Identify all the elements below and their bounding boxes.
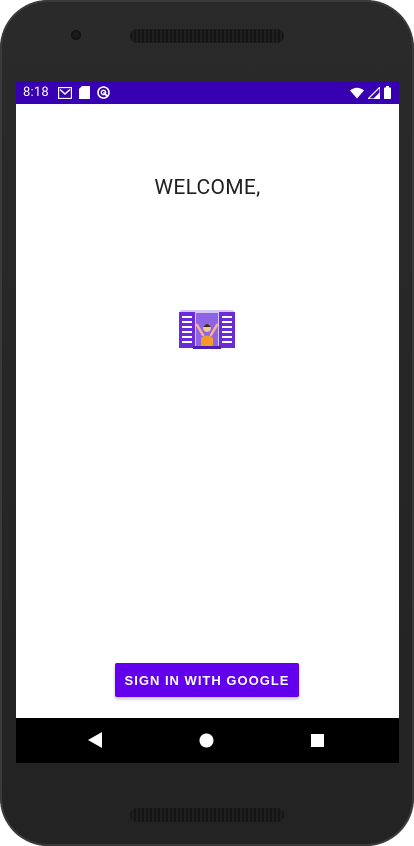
status-left-icons: [58, 86, 110, 99]
phone-frame: 8:18 WELCOME, SIGN IN WITH GOOGLE: [0, 0, 414, 846]
status-time: 8:18: [23, 85, 49, 100]
home-icon[interactable]: [199, 733, 214, 748]
top-speaker-grille: [130, 29, 284, 43]
battery-icon: [384, 86, 391, 99]
front-camera: [71, 30, 81, 40]
recents-icon[interactable]: [311, 734, 324, 747]
back-icon[interactable]: [88, 732, 102, 748]
sd-card-icon: [79, 86, 90, 99]
wifi-icon: [350, 87, 364, 98]
status-bar: 8:18: [16, 82, 399, 104]
person-at-window-icon: [179, 310, 235, 349]
sync-icon: [97, 86, 110, 99]
welcome-heading: WELCOME,: [154, 176, 261, 200]
navigation-bar: [16, 718, 399, 763]
bottom-speaker-grille: [130, 808, 284, 822]
sign-in-with-google-button[interactable]: SIGN IN WITH GOOGLE: [115, 663, 299, 697]
status-right-icons: [350, 86, 391, 99]
device-screen: 8:18 WELCOME, SIGN IN WITH GOOGLE: [16, 82, 399, 763]
login-content: WELCOME, SIGN IN WITH GOOGLE: [16, 104, 399, 718]
gmail-icon: [58, 86, 72, 99]
signal-icon: [368, 86, 380, 99]
